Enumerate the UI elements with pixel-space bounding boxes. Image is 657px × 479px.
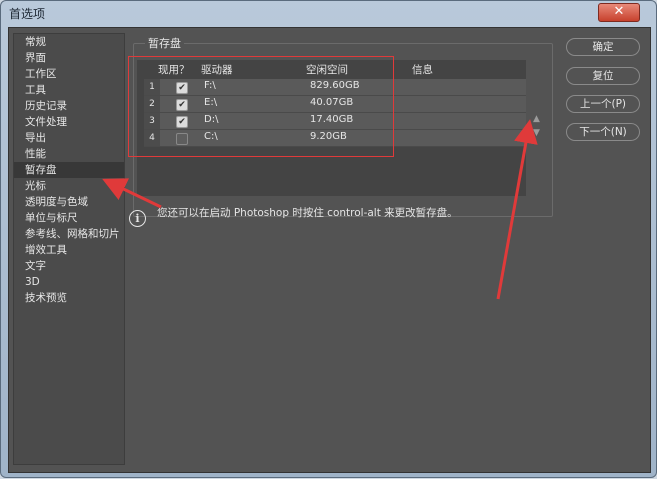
sidebar-item-cursors[interactable]: 光标 [14,178,124,194]
next-button[interactable]: 下一个(N) [566,123,640,141]
preferences-dialog: 首选项 ✕ 常规 界面 工作区 工具 历史记录 文件处理 导出 性能 暂存盘 光… [0,0,657,478]
title-bar: 首选项 ✕ [1,1,656,25]
info-message: 您还可以在启动 Photoshop 时按住 control-alt 来更改暂存盘… [157,207,458,219]
ok-button[interactable]: 确定 [566,38,640,56]
sidebar-item-units-rulers[interactable]: 单位与标尺 [14,210,124,226]
sidebar-item-workspace[interactable]: 工作区 [14,66,124,82]
sidebar-item-export[interactable]: 导出 [14,130,124,146]
sidebar-item-guides-grid[interactable]: 参考线、网格和切片 [14,226,124,242]
sidebar-item-plugins[interactable]: 增效工具 [14,242,124,258]
reset-button[interactable]: 复位 [566,67,640,85]
prev-button[interactable]: 上一个(P) [566,95,640,113]
category-list[interactable]: 常规 界面 工作区 工具 历史记录 文件处理 导出 性能 暂存盘 光标 透明度与… [13,33,125,465]
sidebar-item-interface[interactable]: 界面 [14,50,124,66]
sidebar-item-tech-preview[interactable]: 技术预览 [14,290,124,306]
move-down-icon[interactable]: ▼ [533,128,540,138]
sidebar-item-3d[interactable]: 3D [14,274,124,290]
col-header-info: 信息 [412,64,433,76]
sidebar-item-general[interactable]: 常规 [14,34,124,50]
sidebar-item-scratch-disks[interactable]: 暂存盘 [14,162,124,178]
sidebar-item-performance[interactable]: 性能 [14,146,124,162]
sidebar-item-type[interactable]: 文字 [14,258,124,274]
highlight-rectangle [128,56,394,157]
sidebar-item-file-handling[interactable]: 文件处理 [14,114,124,130]
scratch-group-label: 暂存盘 [145,35,184,51]
close-button[interactable]: ✕ [598,3,640,22]
info-icon: i [129,210,146,227]
window-title: 首选项 [9,7,46,21]
sidebar-item-history[interactable]: 历史记录 [14,98,124,114]
sidebar-item-transparency[interactable]: 透明度与色域 [14,194,124,210]
dialog-body: 常规 界面 工作区 工具 历史记录 文件处理 导出 性能 暂存盘 光标 透明度与… [8,27,651,473]
move-up-icon[interactable]: ▲ [533,114,540,124]
sidebar-item-tools[interactable]: 工具 [14,82,124,98]
